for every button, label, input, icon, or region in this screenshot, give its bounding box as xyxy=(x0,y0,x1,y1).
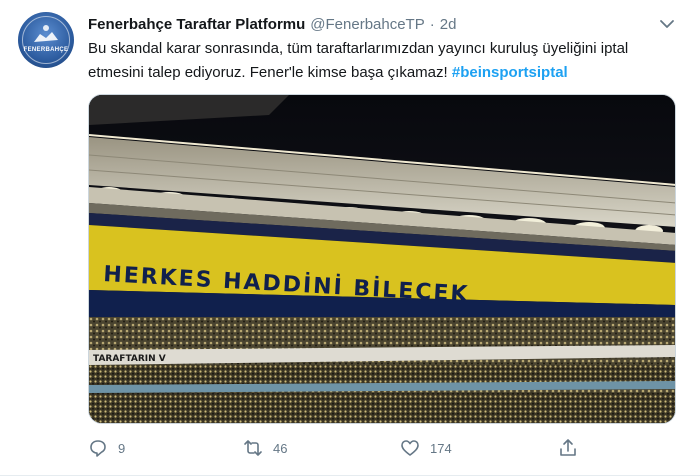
tweet-text: Bu skandal karar sonrasında, tüm tarafta… xyxy=(88,37,678,85)
reply-button[interactable]: 9 xyxy=(88,436,125,460)
author-name[interactable]: Fenerbahçe Taraftar Platformu xyxy=(88,16,305,33)
avatar-logo-text: FENERBAHÇE xyxy=(23,47,69,53)
retweet-icon xyxy=(244,440,262,456)
tweet-photo[interactable]: HERKES HADDİNİ BİLECEK TARAFTARIN V xyxy=(88,94,676,424)
like-count: 174 xyxy=(430,440,452,456)
like-button[interactable]: 174 xyxy=(400,436,452,460)
tweet-card[interactable]: FENERBAHÇE Fenerbahçe Taraftar Platformu… xyxy=(0,0,700,476)
tweet-header: Fenerbahçe Taraftar Platformu @Fenerbahc… xyxy=(88,14,456,34)
stand-banner-text: TARAFTARIN V xyxy=(93,354,166,364)
share-button[interactable] xyxy=(558,436,578,460)
avatar-logo-icon xyxy=(34,25,58,42)
reply-icon xyxy=(90,440,106,457)
chevron-down-icon[interactable] xyxy=(658,15,676,33)
avatar[interactable]: FENERBAHÇE xyxy=(18,12,74,68)
heart-icon xyxy=(401,440,419,456)
timestamp[interactable]: 2d xyxy=(440,16,457,33)
separator-dot: · xyxy=(429,15,435,33)
share-icon xyxy=(560,439,576,456)
retweet-count: 46 xyxy=(273,440,288,456)
author-handle[interactable]: @FenerbahceTP xyxy=(310,16,424,33)
retweet-button[interactable]: 46 xyxy=(243,436,287,460)
tweet-actions: 9 46 174 xyxy=(88,436,678,460)
hashtag-link[interactable]: #beinsportsiptal xyxy=(452,64,568,81)
reply-count: 9 xyxy=(118,440,126,456)
stadium-photo: HERKES HADDİNİ BİLECEK TARAFTARIN V xyxy=(89,95,675,423)
